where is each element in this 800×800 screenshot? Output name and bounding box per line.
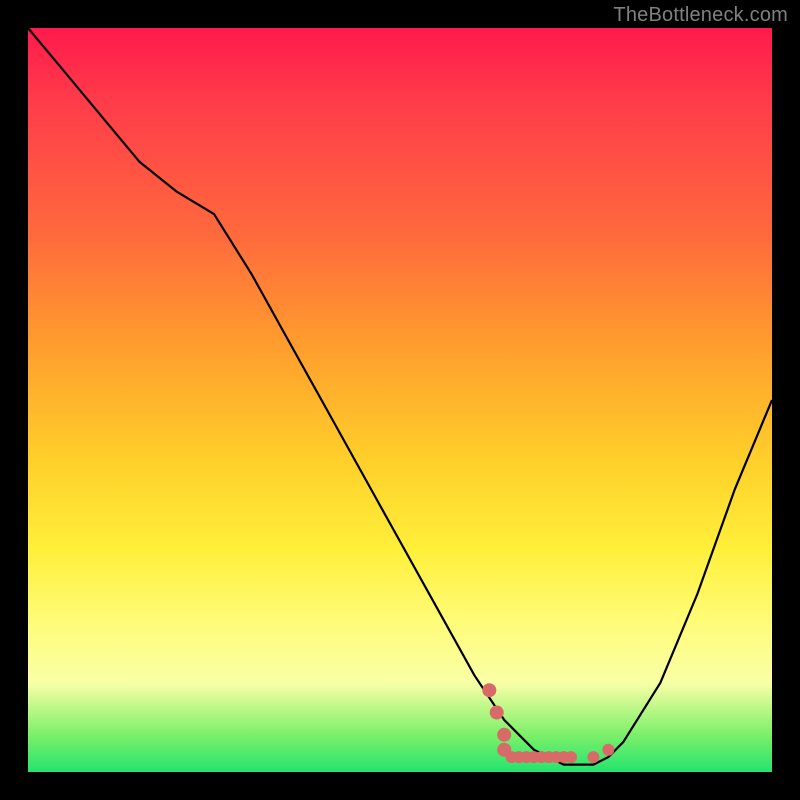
watermark-text: TheBottleneck.com	[613, 4, 788, 27]
curve-marker	[490, 706, 504, 720]
chart-svg	[28, 28, 772, 772]
curve-marker	[565, 751, 577, 763]
curve-marker	[602, 744, 614, 756]
curve-marker	[497, 728, 511, 742]
curve-marker	[482, 683, 496, 697]
plot-area	[28, 28, 772, 772]
marker-group	[482, 683, 614, 763]
curve-path	[28, 28, 772, 765]
chart-frame: TheBottleneck.com	[0, 0, 800, 800]
curve-marker	[587, 751, 599, 763]
